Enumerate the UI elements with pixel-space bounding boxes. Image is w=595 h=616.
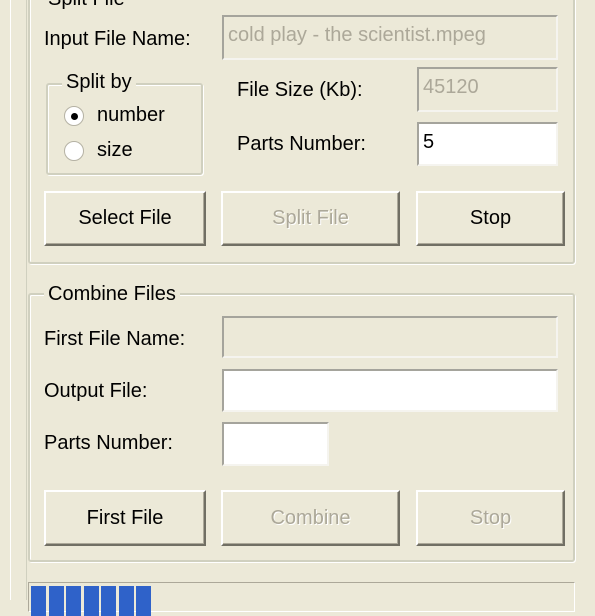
parts-number-label: Parts Number: <box>237 133 366 155</box>
window-edge <box>26 0 27 600</box>
radio-size[interactable] <box>64 141 84 161</box>
progress-block <box>101 586 116 616</box>
progress-block <box>31 586 46 616</box>
input-file-name-field[interactable]: cold play - the scientist.mpeg <box>222 15 558 60</box>
progress-block <box>136 586 151 616</box>
split-file-group-label: Split File <box>44 0 129 11</box>
first-file-name-label: First File Name: <box>44 328 186 350</box>
progress-block <box>118 586 134 616</box>
progress-block <box>48 586 64 616</box>
first-file-name-field[interactable] <box>222 316 558 358</box>
combine-parts-number-field[interactable] <box>222 422 329 466</box>
stop-split-button[interactable]: Stop <box>416 191 565 246</box>
radio-selected-dot <box>71 113 78 120</box>
window-edge <box>10 0 11 600</box>
progress-bar <box>28 582 575 616</box>
progress-block <box>83 586 99 616</box>
split-file-button[interactable]: Split File <box>221 191 400 246</box>
combine-files-group-label: Combine Files <box>44 283 180 306</box>
progress-block <box>66 586 81 616</box>
file-size-label: File Size (Kb): <box>237 79 363 101</box>
radio-number[interactable] <box>64 106 84 126</box>
parts-number-field[interactable]: 5 <box>417 122 558 166</box>
input-file-name-label: Input File Name: <box>44 28 191 50</box>
file-size-field[interactable]: 45120 <box>417 67 558 112</box>
output-file-label: Output File: <box>44 380 148 402</box>
radio-number-label[interactable]: number <box>97 104 165 127</box>
combine-parts-number-label: Parts Number: <box>44 432 173 454</box>
stop-combine-button[interactable]: Stop <box>416 490 565 546</box>
select-file-button[interactable]: Select File <box>44 191 206 246</box>
split-by-label: Split by <box>62 71 136 94</box>
combine-button[interactable]: Combine <box>221 490 400 546</box>
radio-size-label[interactable]: size <box>97 139 133 162</box>
first-file-button[interactable]: First File <box>44 490 206 546</box>
output-file-field[interactable] <box>222 369 558 412</box>
